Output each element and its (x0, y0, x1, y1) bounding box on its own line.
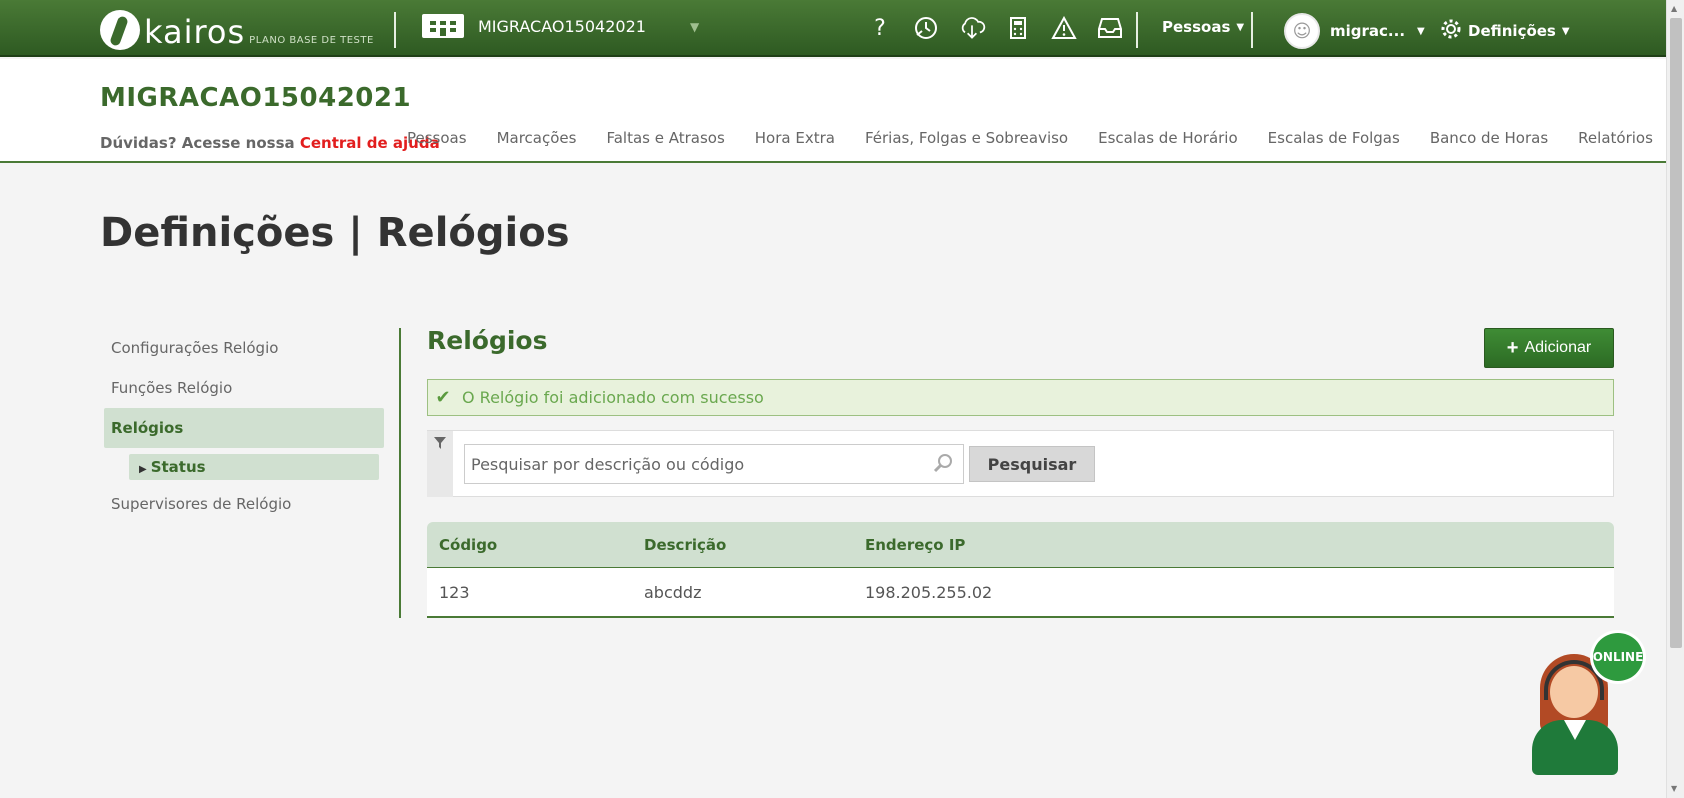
gear-icon (1440, 18, 1462, 44)
online-badge: ONLINE (1590, 630, 1646, 684)
search-input[interactable] (464, 444, 964, 484)
table-row[interactable]: 123 abcddz 198.205.255.02 (427, 568, 1614, 618)
caret-right-icon: ▶ (139, 464, 147, 475)
help-text: Dúvidas? Acesse nossa Central de ajuda (100, 134, 440, 152)
people-menu[interactable]: Pessoas ▼ (1162, 18, 1244, 36)
settings-menu[interactable]: Definições ▼ (1440, 18, 1570, 44)
plan-label: PLANO BASE DE TESTE (249, 35, 374, 46)
divider (1136, 12, 1138, 48)
nav-item-relatorios[interactable]: Relatórios (1578, 129, 1653, 147)
main-nav: Pessoas Marcações Faltas e Atrasos Hora … (407, 129, 1653, 147)
page-header: MIGRACAO15042021 Dúvidas? Acesse nossa C… (0, 59, 1666, 163)
cell-descricao: abcddz (644, 582, 702, 602)
inbox-icon[interactable] (1096, 14, 1124, 42)
scrollbar[interactable]: ▲ ▼ (1666, 0, 1684, 798)
nav-item-banco-horas[interactable]: Banco de Horas (1430, 129, 1548, 147)
clocks-table: Código Descrição Endereço IP 123 abcddz … (427, 522, 1614, 618)
online-chat-widget[interactable]: ONLINE (1528, 630, 1652, 775)
sidebar-item-supervisores[interactable]: Supervisores de Relógio (104, 484, 384, 524)
add-button[interactable]: + Adicionar (1484, 328, 1614, 368)
building-icon (422, 14, 464, 38)
filter-icon[interactable] (427, 431, 453, 497)
top-bar: kairos PLANO BASE DE TESTE MIGRACAO15042… (0, 0, 1666, 57)
nav-item-marcacoes[interactable]: Marcações (497, 129, 577, 147)
caret-down-icon: ▼ (1236, 21, 1245, 33)
scroll-down-icon[interactable]: ▼ (1671, 784, 1677, 793)
settings-menu-label: Definições (1468, 22, 1556, 40)
sidebar-item-funcoes-relogio[interactable]: Funções Relógio (104, 368, 384, 408)
kairos-logo-icon (100, 8, 140, 50)
nav-item-hora-extra[interactable]: Hora Extra (755, 129, 835, 147)
scroll-up-icon[interactable]: ▲ (1671, 4, 1677, 13)
sidebar-item-configuracoes-relogio[interactable]: Configurações Relógio (104, 328, 384, 368)
sidebar-subitem-status[interactable]: ▶ Status (129, 454, 379, 480)
cell-codigo: 123 (439, 582, 470, 602)
scrollbar-thumb[interactable] (1670, 18, 1682, 648)
company-name: MIGRACAO15042021 (478, 16, 646, 36)
section-title: Relógios (427, 326, 548, 355)
divider (394, 12, 396, 48)
check-icon: ✔ (435, 387, 451, 408)
help-prefix: Dúvidas? Acesse nossa (100, 134, 300, 152)
top-icons: ? (866, 14, 1124, 42)
company-title: MIGRACAO15042021 (100, 83, 412, 113)
column-header-codigo[interactable]: Código (427, 536, 644, 554)
column-header-descricao[interactable]: Descrição (644, 536, 865, 554)
nav-item-escalas-folgas[interactable]: Escalas de Folgas (1268, 129, 1400, 147)
page-title: Definições | Relógios (100, 210, 570, 256)
nav-item-ferias-folgas[interactable]: Férias, Folgas e Sobreaviso (865, 129, 1068, 147)
add-button-label: Adicionar (1524, 339, 1592, 356)
avatar: ☺ (1284, 13, 1320, 49)
search-panel: Pesquisar (427, 430, 1614, 497)
nav-item-pessoas[interactable]: Pessoas (407, 129, 467, 147)
alert-message: O Relógio foi adicionado com sucesso (462, 388, 764, 407)
kairos-logo[interactable]: kairos PLANO BASE DE TESTE (100, 6, 374, 50)
punch-clock-icon[interactable] (912, 14, 940, 42)
search-icon[interactable] (933, 453, 953, 478)
success-alert: ✔ O Relógio foi adicionado com sucesso (427, 379, 1614, 416)
sidebar-subitem-label: Status (150, 458, 206, 476)
warning-icon[interactable] (1050, 14, 1078, 42)
help-icon[interactable]: ? (866, 14, 894, 42)
table-header: Código Descrição Endereço IP (427, 522, 1614, 568)
cell-endereco-ip: 198.205.255.02 (865, 582, 993, 602)
column-header-endereco-ip[interactable]: Endereço IP (865, 536, 1614, 554)
chevron-down-icon[interactable]: ▼ (690, 20, 699, 34)
content-divider (399, 328, 401, 618)
sidebar-item-relogios[interactable]: Relógios (104, 408, 384, 448)
divider (1251, 12, 1253, 48)
user-menu-label: migrac... (1330, 22, 1406, 40)
caret-down-icon: ▼ (1561, 25, 1570, 37)
user-menu[interactable]: ☺ migrac... ▼ (1284, 13, 1425, 49)
search-button[interactable]: Pesquisar (969, 446, 1095, 482)
nav-item-faltas-atrasos[interactable]: Faltas e Atrasos (606, 129, 724, 147)
logo-text: kairos (144, 13, 246, 51)
company-selector[interactable]: MIGRACAO15042021 (422, 14, 646, 38)
caret-down-icon: ▼ (1417, 25, 1425, 37)
calculator-icon[interactable] (1004, 14, 1032, 42)
nav-item-escalas-horario[interactable]: Escalas de Horário (1098, 129, 1238, 147)
sidebar: Configurações Relógio Funções Relógio Re… (104, 328, 384, 524)
plus-icon: + (1506, 336, 1519, 359)
cloud-download-icon[interactable] (958, 14, 986, 42)
people-menu-label: Pessoas (1162, 18, 1231, 36)
